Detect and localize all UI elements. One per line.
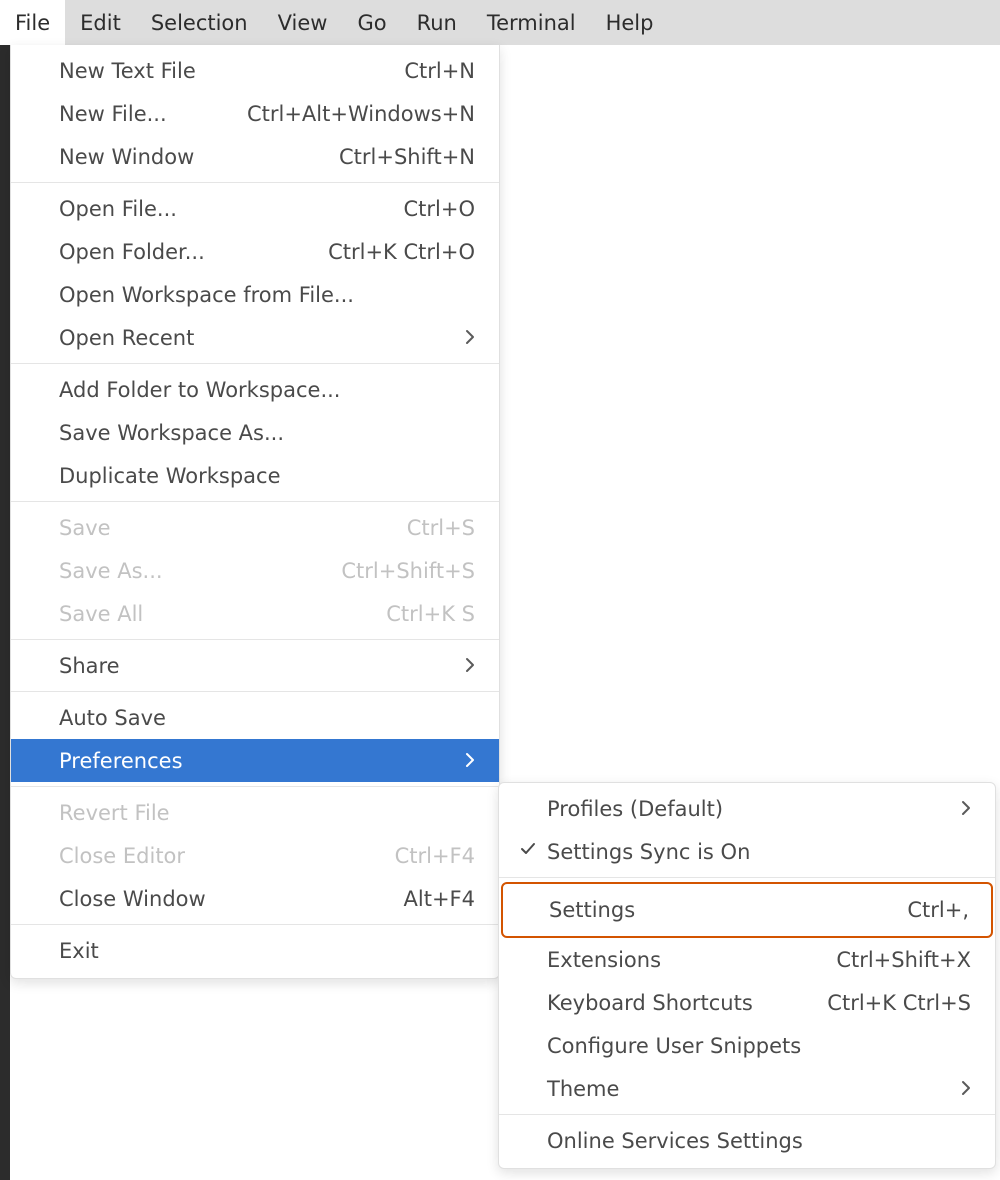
menu-item-label: Configure User Snippets xyxy=(547,1034,971,1058)
menubar-item-go[interactable]: Go xyxy=(342,0,401,45)
menu-item-shortcut: Ctrl+K S xyxy=(386,602,475,626)
menubar-item-terminal[interactable]: Terminal xyxy=(472,0,591,45)
menubar-item-help[interactable]: Help xyxy=(591,0,669,45)
menu-item-shortcut: Ctrl+K Ctrl+S xyxy=(827,991,971,1015)
menu-item-save-all: Save AllCtrl+K S xyxy=(11,592,499,635)
menu-item-close-editor: Close EditorCtrl+F4 xyxy=(11,834,499,877)
menu-item-settings-sync-is-on[interactable]: Settings Sync is On xyxy=(499,830,995,873)
menu-item-label: Settings Sync is On xyxy=(547,840,971,864)
menu-separator xyxy=(11,182,499,183)
menu-separator xyxy=(11,924,499,925)
menu-item-label: Add Folder to Workspace... xyxy=(59,378,475,402)
menu-item-label: Share xyxy=(59,654,459,678)
menu-item-exit[interactable]: Exit xyxy=(11,929,499,972)
menubar-item-edit[interactable]: Edit xyxy=(65,0,136,45)
menu-item-label: Extensions xyxy=(547,948,836,972)
menu-item-shortcut: Ctrl+Shift+S xyxy=(341,559,475,583)
menu-item-duplicate-workspace[interactable]: Duplicate Workspace xyxy=(11,454,499,497)
menu-item-label: Save xyxy=(59,516,407,540)
menu-item-open-file[interactable]: Open File...Ctrl+O xyxy=(11,187,499,230)
chevron-right-icon xyxy=(459,326,475,350)
menu-item-label: Settings xyxy=(549,898,907,922)
menu-item-shortcut: Ctrl+O xyxy=(404,197,476,221)
chevron-right-icon xyxy=(955,797,971,821)
chevron-right-icon xyxy=(459,749,475,773)
menu-item-shortcut: Alt+F4 xyxy=(404,887,475,911)
menu-separator xyxy=(11,639,499,640)
menu-separator xyxy=(11,363,499,364)
menu-item-open-recent[interactable]: Open Recent xyxy=(11,316,499,359)
menu-item-shortcut: Ctrl+N xyxy=(404,59,475,83)
chevron-right-icon xyxy=(459,654,475,678)
menu-item-configure-user-snippets[interactable]: Configure User Snippets xyxy=(499,1024,995,1067)
menubar-item-view[interactable]: View xyxy=(263,0,343,45)
menu-item-label: Open Folder... xyxy=(59,240,328,264)
menu-item-shortcut: Ctrl+Shift+N xyxy=(339,145,475,169)
menu-item-auto-save[interactable]: Auto Save xyxy=(11,696,499,739)
menu-item-label: Online Services Settings xyxy=(547,1129,971,1153)
menu-item-extensions[interactable]: ExtensionsCtrl+Shift+X xyxy=(499,938,995,981)
menu-item-online-services-settings[interactable]: Online Services Settings xyxy=(499,1119,995,1162)
menu-item-revert-file: Revert File xyxy=(11,791,499,834)
menu-item-share[interactable]: Share xyxy=(11,644,499,687)
menubar-item-run[interactable]: Run xyxy=(402,0,472,45)
menu-item-new-file[interactable]: New File...Ctrl+Alt+Windows+N xyxy=(11,92,499,135)
menu-item-shortcut: Ctrl+F4 xyxy=(395,844,475,868)
menu-item-label: Save Workspace As... xyxy=(59,421,475,445)
menu-item-label: Theme xyxy=(547,1077,955,1101)
menu-item-label: Duplicate Workspace xyxy=(59,464,475,488)
menu-separator xyxy=(11,501,499,502)
menubar: FileEditSelectionViewGoRunTerminalHelp xyxy=(0,0,1000,45)
menu-item-open-folder[interactable]: Open Folder...Ctrl+K Ctrl+O xyxy=(11,230,499,273)
menu-item-label: Revert File xyxy=(59,801,475,825)
menu-item-label: Exit xyxy=(59,939,475,963)
menu-item-label: Save As... xyxy=(59,559,341,583)
menu-separator xyxy=(11,786,499,787)
menu-item-keyboard-shortcuts[interactable]: Keyboard ShortcutsCtrl+K Ctrl+S xyxy=(499,981,995,1024)
menu-separator xyxy=(499,877,995,878)
menu-item-label: New Window xyxy=(59,145,339,169)
menu-item-settings[interactable]: SettingsCtrl+, xyxy=(501,882,993,938)
menu-item-new-text-file[interactable]: New Text FileCtrl+N xyxy=(11,49,499,92)
menu-separator xyxy=(499,1114,995,1115)
menu-separator xyxy=(11,691,499,692)
menu-item-shortcut: Ctrl+S xyxy=(407,516,475,540)
menu-item-label: Open File... xyxy=(59,197,404,221)
menu-item-new-window[interactable]: New WindowCtrl+Shift+N xyxy=(11,135,499,178)
menu-item-save: SaveCtrl+S xyxy=(11,506,499,549)
menubar-item-selection[interactable]: Selection xyxy=(136,0,263,45)
menu-item-label: Open Workspace from File... xyxy=(59,283,475,307)
activity-bar xyxy=(0,45,10,1180)
menu-item-label: Close Window xyxy=(59,887,404,911)
menu-item-label: Close Editor xyxy=(59,844,395,868)
menu-item-label: Profiles (Default) xyxy=(547,797,955,821)
menu-item-shortcut: Ctrl+Alt+Windows+N xyxy=(247,102,475,126)
menu-item-shortcut: Ctrl+K Ctrl+O xyxy=(328,240,475,264)
menu-item-label: Keyboard Shortcuts xyxy=(547,991,827,1015)
menu-item-shortcut: Ctrl+Shift+X xyxy=(836,948,971,972)
menu-item-label: New Text File xyxy=(59,59,404,83)
menu-item-preferences[interactable]: Preferences xyxy=(11,739,499,782)
menu-item-profiles-default[interactable]: Profiles (Default) xyxy=(499,787,995,830)
menu-item-save-as: Save As...Ctrl+Shift+S xyxy=(11,549,499,592)
menu-item-theme[interactable]: Theme xyxy=(499,1067,995,1110)
menu-item-label: Preferences xyxy=(59,749,459,773)
menubar-item-file[interactable]: File xyxy=(0,0,65,45)
check-icon xyxy=(519,840,537,863)
menu-item-label: Save All xyxy=(59,602,386,626)
menu-item-label: Auto Save xyxy=(59,706,475,730)
menu-item-open-workspace-from-file[interactable]: Open Workspace from File... xyxy=(11,273,499,316)
menu-item-shortcut: Ctrl+, xyxy=(907,898,969,922)
file-menu: New Text FileCtrl+NNew File...Ctrl+Alt+W… xyxy=(10,45,500,979)
menu-item-label: New File... xyxy=(59,102,247,126)
menu-item-close-window[interactable]: Close WindowAlt+F4 xyxy=(11,877,499,920)
preferences-submenu: Profiles (Default) Settings Sync is On Set… xyxy=(498,782,996,1169)
menu-item-add-folder-to-workspace[interactable]: Add Folder to Workspace... xyxy=(11,368,499,411)
chevron-right-icon xyxy=(955,1077,971,1101)
menu-item-label: Open Recent xyxy=(59,326,459,350)
menu-item-save-workspace-as[interactable]: Save Workspace As... xyxy=(11,411,499,454)
